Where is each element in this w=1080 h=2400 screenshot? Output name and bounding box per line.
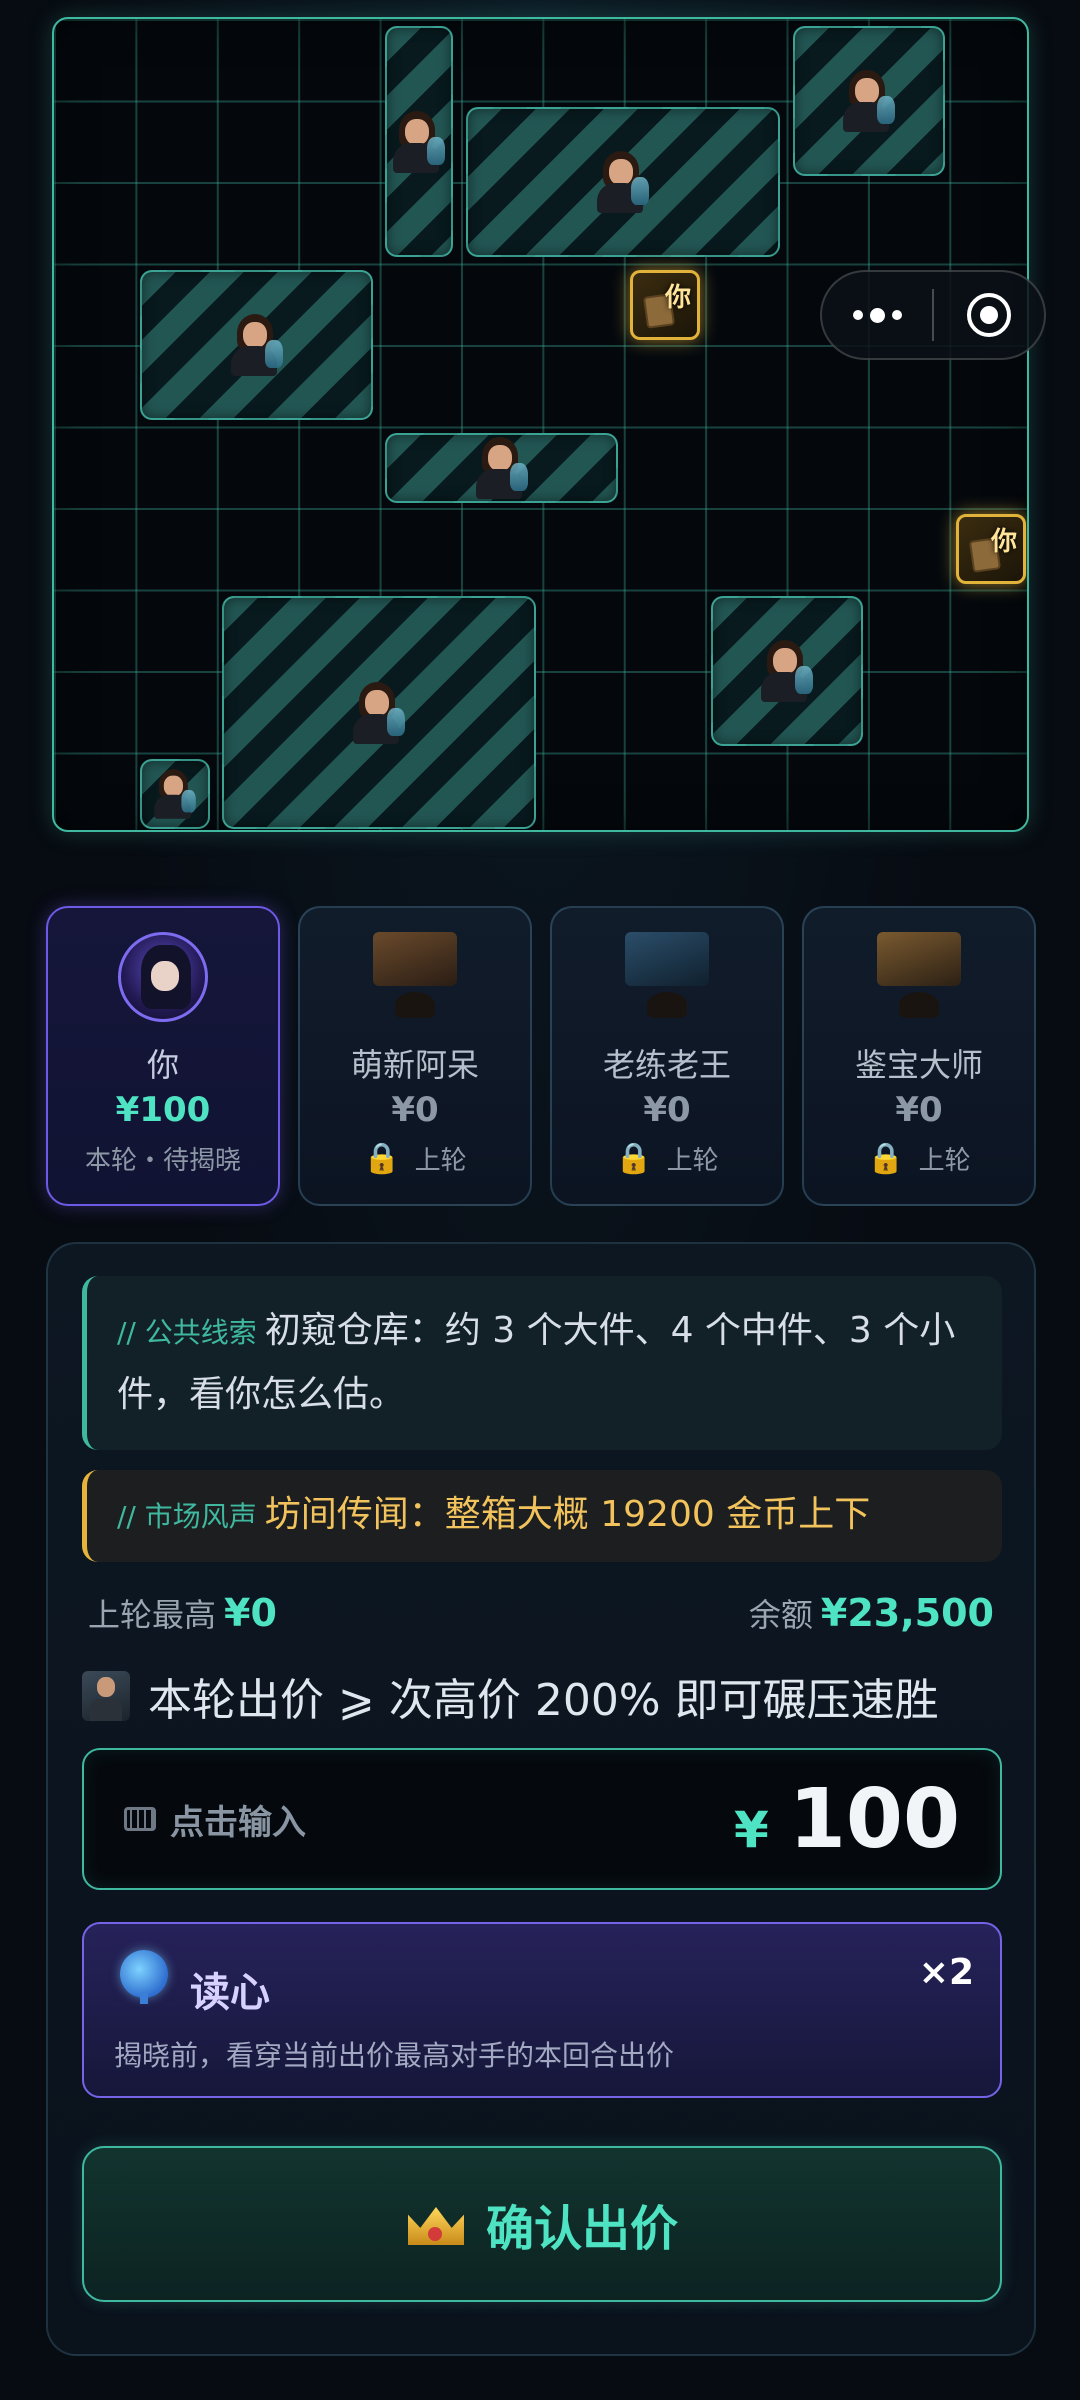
player-card: 老练老王 ¥0 🔒 上轮 [550, 906, 784, 1206]
warehouse-item[interactable] [140, 759, 210, 829]
warehouse-item[interactable] [385, 26, 453, 257]
miniprogram-capsule [820, 270, 1046, 360]
last-round-max-value: ¥0 [224, 1591, 277, 1635]
brain-icon [120, 1950, 168, 2004]
balance-label: 余额 [748, 1596, 813, 1634]
appraiser-icon [759, 640, 815, 702]
player-status: 🔒 上轮 [552, 1140, 782, 1177]
warehouse-item[interactable] [711, 596, 863, 746]
market-rumor-tag: // 市场风声 [117, 1500, 257, 1533]
appraiser-icon [841, 70, 897, 132]
last-round-max: 上轮最高 ¥0 [88, 1590, 277, 1636]
player-status: 🔒 上轮 [300, 1140, 530, 1177]
balance: 余额 ¥23,500 [749, 1590, 994, 1636]
bid-amount-value: 100 [788, 1771, 960, 1867]
market-rumor-text: 坊间传闻：整箱大概 19200 金币上下 [264, 1494, 871, 1535]
warehouse-item[interactable] [793, 26, 945, 176]
keyboard-icon [124, 1807, 156, 1831]
close-miniprogram-button[interactable] [934, 272, 1044, 358]
bid-input-placeholder-text: 点击输入 [170, 1802, 306, 1843]
skill-count: ×2 [918, 1952, 974, 1993]
player-bid: ¥0 [895, 1090, 943, 1130]
player-bid: ¥0 [643, 1090, 691, 1130]
win-condition-hint: 本轮出价 ⩾ 次高价 200% 即可碾压速胜 [82, 1664, 939, 1728]
player-status: 本轮・待揭晓 [48, 1140, 278, 1177]
appraiser-icon [474, 437, 530, 499]
player-name: 萌新阿呆 [350, 1046, 479, 1084]
public-clue-tag: // 公共线索 [117, 1316, 257, 1349]
player-card: 鉴宝大师 ¥0 🔒 上轮 [802, 906, 1036, 1206]
warehouse-item[interactable] [222, 596, 536, 829]
warehouse-board: 你 你 [52, 17, 1029, 832]
player-name: 你 [146, 1046, 179, 1084]
bid-amount: ¥ 100 [734, 1772, 960, 1867]
market-rumor: // 市场风声 坊间传闻：整箱大概 19200 金币上下 [82, 1470, 1002, 1562]
player-card: 萌新阿呆 ¥0 🔒 上轮 [298, 906, 532, 1206]
you-marker[interactable]: 你 [956, 514, 1026, 584]
avatar [625, 932, 709, 1018]
skill-name: 读心 [190, 1970, 270, 2016]
bid-input-placeholder: 点击输入 [124, 1795, 306, 1844]
win-condition-text: 本轮出价 ⩾ 次高价 200% 即可碾压速胜 [148, 1675, 939, 1726]
last-round-max-label: 上轮最高 [88, 1596, 217, 1634]
warehouse-item[interactable] [385, 433, 618, 503]
player-card-me: 你 ¥100 本轮・待揭晓 [46, 906, 280, 1206]
player-name: 鉴宝大师 [854, 1046, 983, 1084]
currency-symbol: ¥ [734, 1800, 769, 1859]
crown-icon [406, 2199, 466, 2249]
public-clue: // 公共线索 初窥仓库：约 3 个大件、4 个中件、3 个小件，看你怎么估。 [82, 1276, 1002, 1450]
avatar [877, 932, 961, 1018]
more-button[interactable] [822, 272, 932, 358]
player-status: 🔒 上轮 [804, 1140, 1034, 1177]
you-marker-label: 你 [664, 283, 691, 313]
bid-panel: // 公共线索 初窥仓库：约 3 个大件、4 个中件、3 个小件，看你怎么估。 /… [46, 1242, 1036, 2356]
more-icon [852, 307, 902, 323]
butler-icon [82, 1671, 130, 1721]
player-bid: ¥100 [115, 1090, 211, 1130]
player-status-text: 上轮 [414, 1146, 467, 1176]
mind-read-skill-button[interactable]: 读心 ×2 揭晓前，看穿当前出价最高对手的本回合出价 [82, 1922, 1002, 2098]
player-bid: ¥0 [391, 1090, 439, 1130]
appraiser-icon [595, 151, 651, 213]
bid-info-row: 上轮最高 ¥0 余额 ¥23,500 [88, 1590, 994, 1636]
appraiser-icon [229, 314, 285, 376]
appraiser-icon [351, 681, 407, 744]
avatar [373, 932, 457, 1018]
appraiser-icon [391, 110, 447, 173]
close-target-icon [967, 293, 1011, 337]
warehouse-item[interactable] [140, 270, 373, 420]
balance-value: ¥23,500 [820, 1591, 994, 1635]
player-status-text: 上轮 [918, 1146, 971, 1176]
appraiser-icon [153, 769, 198, 819]
avatar [118, 932, 208, 1022]
player-name: 老练老王 [602, 1046, 731, 1084]
confirm-bid-button[interactable]: 确认出价 [82, 2146, 1002, 2302]
lock-icon: 🔒 [615, 1140, 653, 1176]
confirm-bid-label: 确认出价 [485, 2201, 678, 2257]
lock-icon: 🔒 [867, 1140, 905, 1176]
lock-icon: 🔒 [363, 1140, 401, 1176]
warehouse-item[interactable] [466, 107, 780, 257]
you-marker-label: 你 [990, 527, 1017, 557]
player-status-text: 本轮・待揭晓 [84, 1146, 241, 1176]
player-status-text: 上轮 [666, 1146, 719, 1176]
bid-amount-input[interactable]: 点击输入 ¥ 100 [82, 1748, 1002, 1890]
you-marker[interactable]: 你 [630, 270, 700, 340]
skill-description: 揭晓前，看穿当前出价最高对手的本回合出价 [114, 2039, 675, 2072]
